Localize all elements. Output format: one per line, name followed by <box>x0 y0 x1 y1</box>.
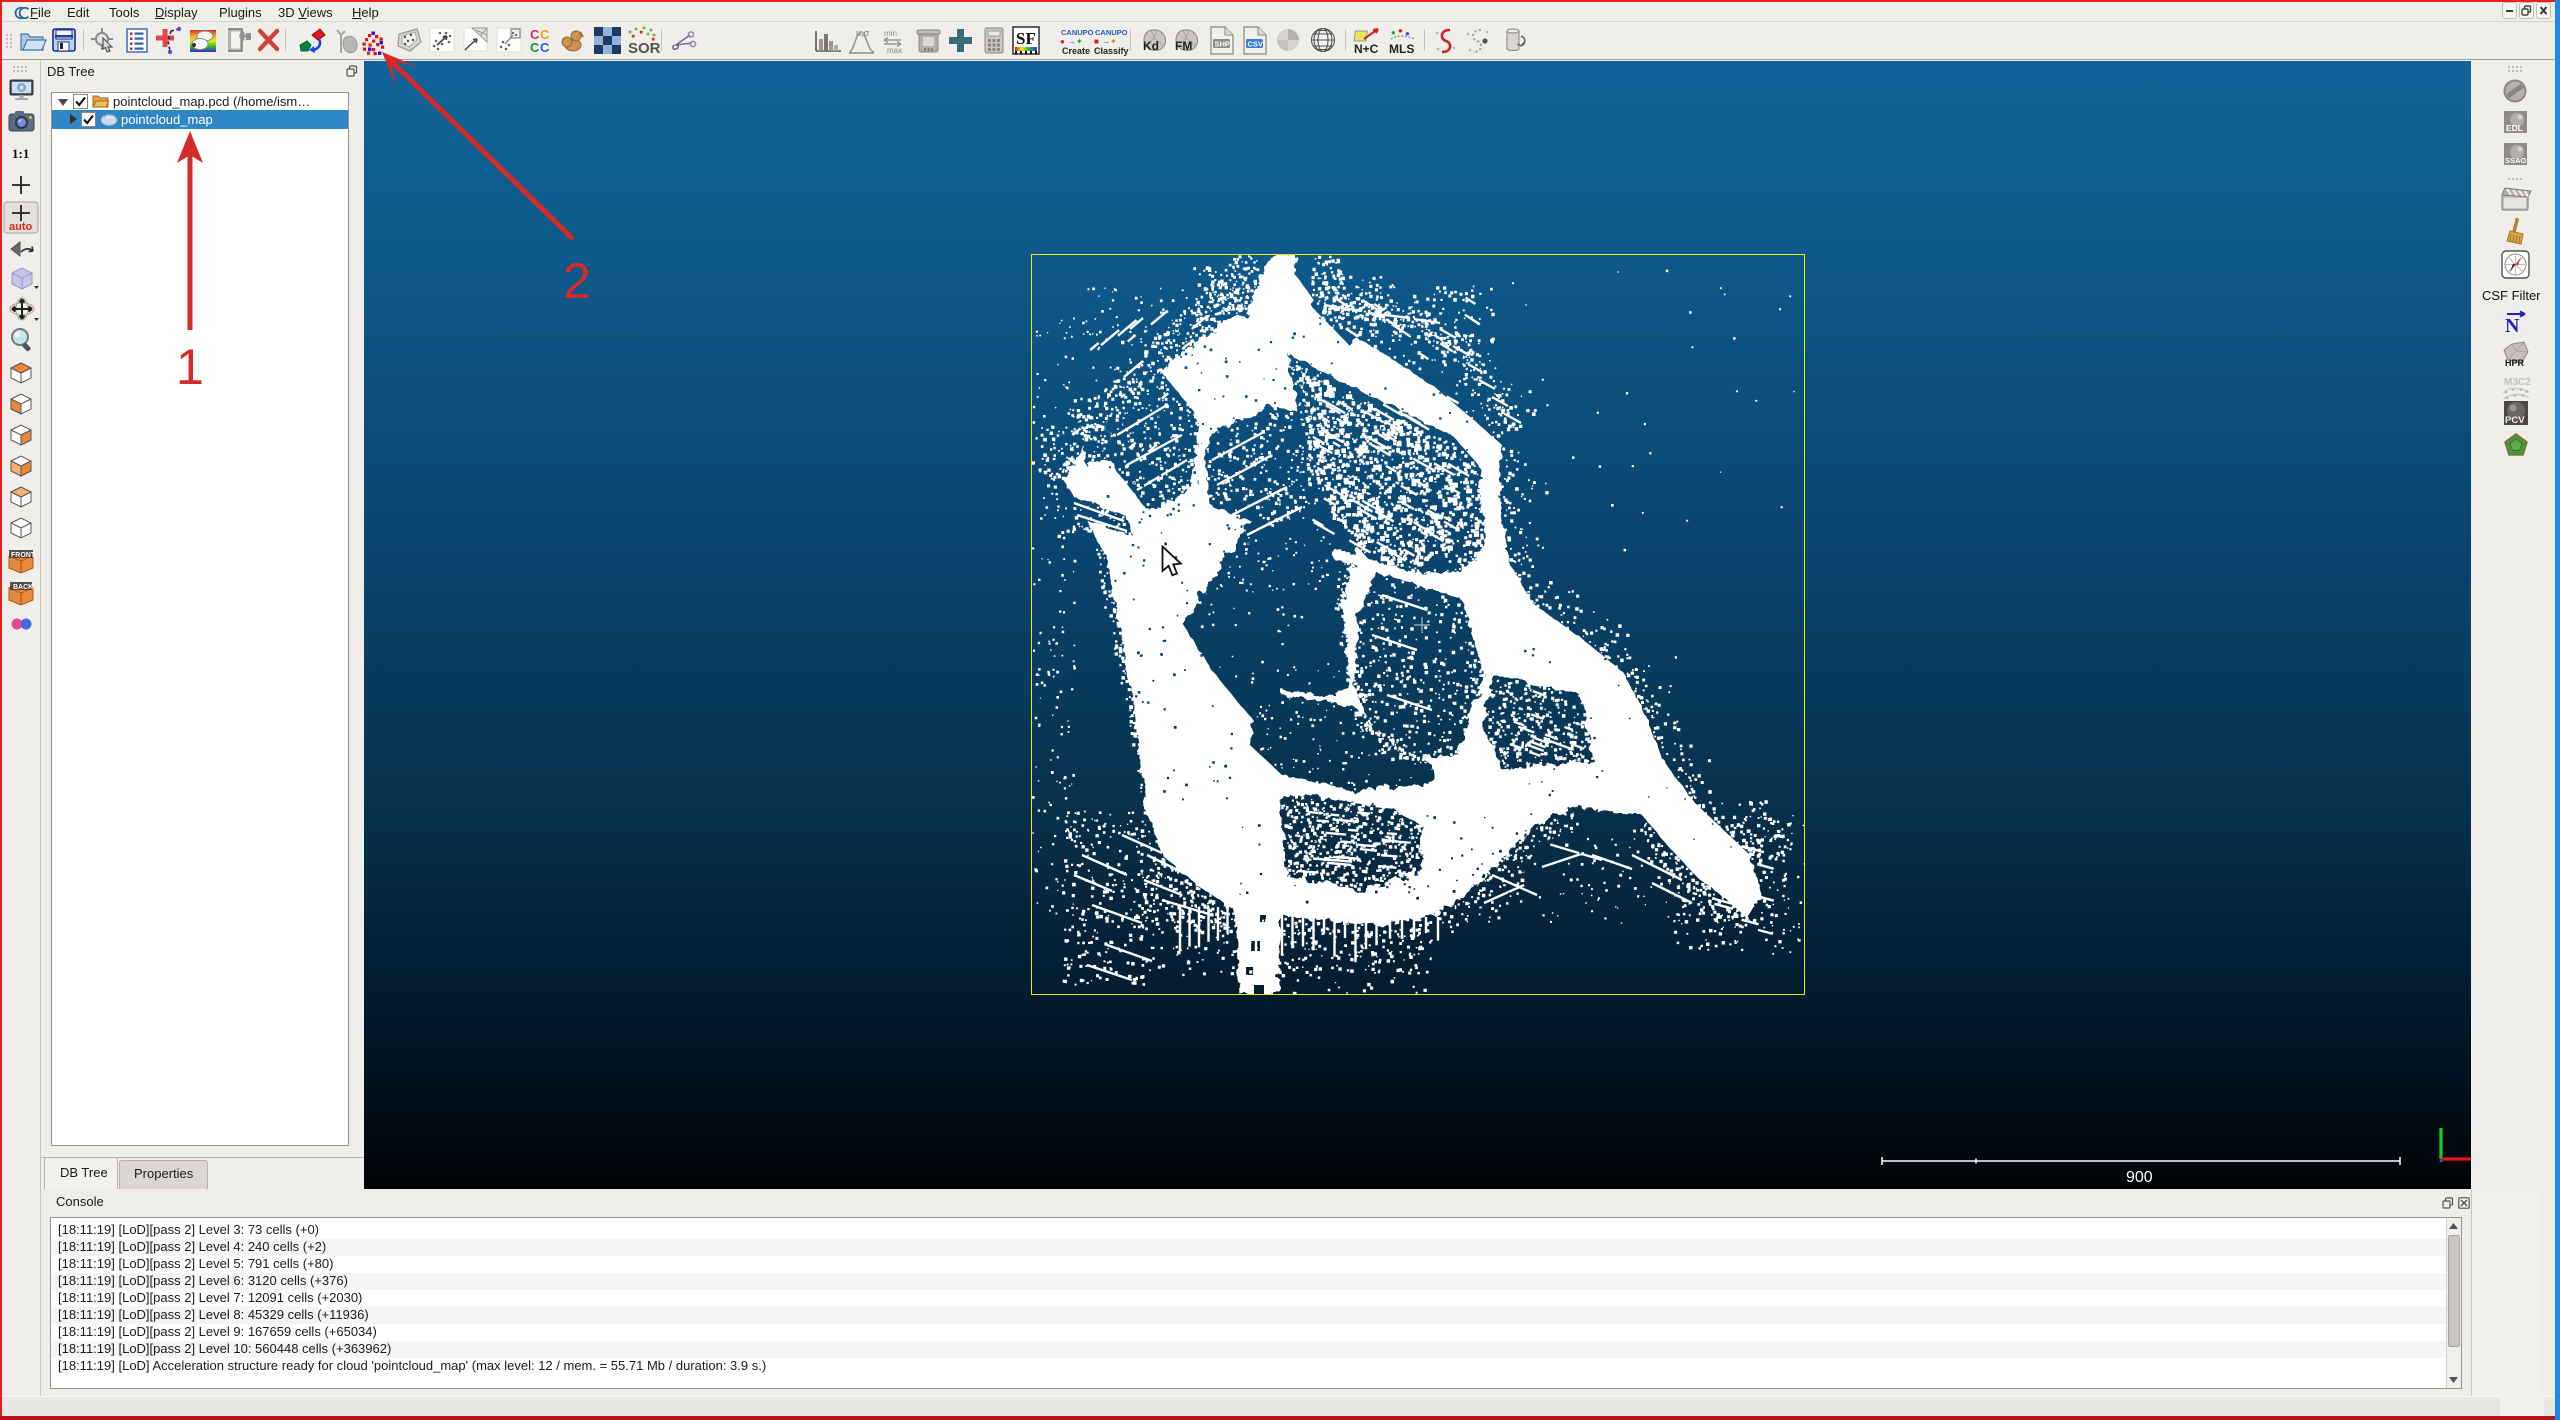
svg-text:SSAO: SSAO <box>2505 156 2526 165</box>
svg-text:Create: Create <box>1062 46 1090 56</box>
svg-text:Classify: Classify <box>1094 46 1129 56</box>
svg-text:EDL: EDL <box>2506 123 2523 133</box>
svg-text:BACK: BACK <box>13 584 33 591</box>
svg-text:CANUPO: CANUPO <box>1061 28 1094 37</box>
svg-text:SF: SF <box>1016 29 1036 48</box>
svg-text:✦: ✦ <box>1110 37 1117 46</box>
svg-text:■: ■ <box>1094 37 1099 46</box>
svg-text:→: → <box>1102 37 1110 46</box>
svg-text:M3C2: M3C2 <box>2504 377 2531 388</box>
svg-text:✦: ✦ <box>1076 37 1083 46</box>
svg-text:SHP: SHP <box>1215 40 1230 49</box>
svg-text:N+C: N+C <box>1354 42 1379 56</box>
svg-text:min: min <box>884 29 897 38</box>
svg-text:MLS: MLS <box>1389 42 1414 56</box>
svg-text:max: max <box>887 46 902 55</box>
svg-text:HPR: HPR <box>2505 358 2525 368</box>
svg-text:SOR: SOR <box>628 40 661 57</box>
svg-text:→: → <box>1068 37 1076 46</box>
svg-text:1:1: 1:1 <box>12 146 29 161</box>
svg-text:900: 900 <box>2126 1169 2153 1186</box>
svg-text:●: ● <box>1391 28 1396 37</box>
svg-text:FM: FM <box>1175 39 1192 53</box>
svg-text:●: ● <box>1060 37 1065 46</box>
svg-text:auto: auto <box>9 221 33 233</box>
svg-text:C: C <box>540 40 550 55</box>
svg-text:PCV: PCV <box>2505 415 2525 426</box>
svg-text:FRONT: FRONT <box>11 552 36 559</box>
svg-text:Kd: Kd <box>1143 39 1159 53</box>
svg-text:CSV: CSV <box>1248 40 1263 49</box>
svg-text:●: ● <box>1398 26 1403 35</box>
svg-text:N: N <box>2505 315 2520 337</box>
svg-text:C: C <box>530 40 540 55</box>
svg-text:CANUPO: CANUPO <box>1095 28 1128 37</box>
